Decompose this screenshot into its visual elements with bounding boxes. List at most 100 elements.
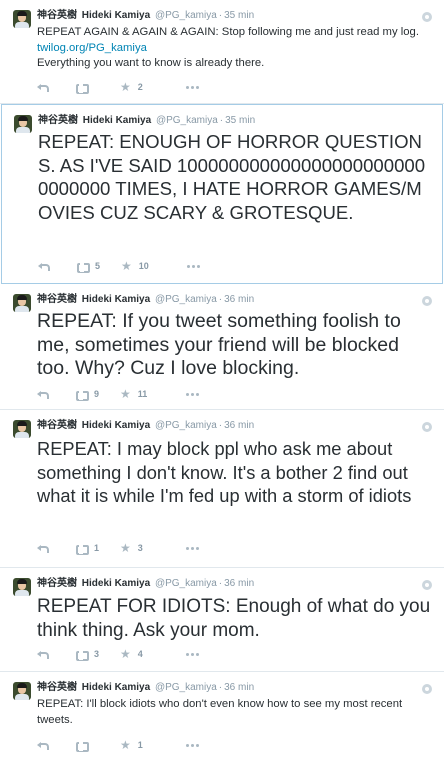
username[interactable]: @PG_kamiya (155, 420, 217, 431)
username[interactable]: @PG_kamiya (155, 294, 217, 305)
reply-button[interactable] (37, 740, 49, 750)
retweet-icon (75, 81, 89, 94)
retweet-count: 9 (94, 389, 100, 399)
display-name-jp[interactable]: 神谷英樹 (37, 294, 77, 305)
tweet-text-part: Everything you want to know is already t… (37, 57, 265, 69)
display-name[interactable]: Hideki Kamiya (82, 294, 150, 305)
tweet-item[interactable]: 神谷英樹 Hideki Kamiya @PG_kamiya · 36 min REP… (0, 672, 444, 762)
retweet-button[interactable]: 9 (75, 388, 100, 401)
tweet-text: REPEAT AGAIN & AGAIN & AGAIN: Stop follo… (37, 25, 434, 72)
tweet-header: 神谷英樹 Hideki Kamiya @PG_kamiya · 36 min (37, 682, 254, 694)
tweet-text: REPEAT: If you tweet something foolish t… (37, 310, 401, 379)
tweet-item[interactable]: 神谷英樹 Hideki Kamiya @PG_kamiya · 36 min REP… (0, 284, 444, 410)
timestamp[interactable]: 35 min (224, 10, 254, 21)
username[interactable]: @PG_kamiya (155, 10, 217, 21)
reply-button[interactable] (37, 389, 49, 399)
reply-button[interactable] (37, 543, 49, 553)
tweet-header: 神谷英樹 Hideki Kamiya @PG_kamiya · 35 min (38, 115, 255, 127)
favorite-button[interactable]: ★ 11 (120, 387, 147, 401)
gear-icon[interactable] (422, 12, 432, 22)
reply-icon (37, 389, 49, 399)
retweet-button[interactable] (75, 739, 94, 752)
tweet-item[interactable]: 神谷英樹 Hideki Kamiya @PG_kamiya · 35 min REP… (0, 0, 444, 104)
tweet-item[interactable]: 神谷英樹 Hideki Kamiya @PG_kamiya · 35 min REP… (1, 104, 443, 284)
more-icon (187, 264, 200, 268)
username[interactable]: @PG_kamiya (155, 578, 217, 589)
display-name[interactable]: Hideki Kamiya (82, 420, 150, 431)
favorite-count: 2 (137, 82, 143, 92)
retweet-count: 5 (95, 261, 101, 271)
username[interactable]: @PG_kamiya (155, 682, 217, 693)
display-name[interactable]: Hideki Kamiya (82, 10, 150, 21)
favorite-icon: ★ (120, 738, 131, 752)
retweet-button[interactable]: 3 (75, 648, 99, 661)
reply-button[interactable] (38, 261, 50, 271)
favorite-button[interactable]: ★ 3 (120, 541, 143, 555)
timestamp[interactable]: 35 min (225, 115, 255, 126)
retweet-button[interactable] (75, 81, 94, 94)
reply-icon (37, 740, 49, 750)
favorite-icon: ★ (120, 647, 131, 661)
display-name[interactable]: Hideki Kamiya (82, 682, 150, 693)
more-button[interactable] (187, 264, 200, 268)
more-icon (186, 652, 199, 656)
tweet-item[interactable]: 神谷英樹 Hideki Kamiya @PG_kamiya · 36 min REP… (0, 410, 444, 568)
avatar[interactable] (13, 10, 31, 28)
display-name[interactable]: Hideki Kamiya (83, 115, 151, 126)
tweet-text: REPEAT: I'll block idiots who don't even… (37, 698, 403, 726)
display-name-jp[interactable]: 神谷英樹 (37, 420, 77, 431)
more-button[interactable] (186, 85, 199, 89)
display-name-jp[interactable]: 神谷英樹 (37, 10, 77, 21)
avatar[interactable] (13, 682, 31, 700)
tweet-text: REPEAT FOR IDIOTS: Enough of what do you… (37, 596, 431, 641)
display-name-jp[interactable]: 神谷英樹 (37, 578, 77, 589)
gear-icon[interactable] (422, 296, 432, 306)
username[interactable]: @PG_kamiya (156, 115, 218, 126)
timestamp[interactable]: 36 min (224, 294, 254, 305)
more-button[interactable] (186, 743, 199, 747)
avatar[interactable] (14, 115, 32, 133)
retweet-icon (75, 388, 89, 401)
favorite-button[interactable]: ★ 1 (120, 738, 143, 752)
tweet-link[interactable]: twilog.org/PG_kamiya (37, 42, 147, 54)
tweet-item[interactable]: 神谷英樹 Hideki Kamiya @PG_kamiya · 36 min REP… (0, 568, 444, 672)
gear-icon[interactable] (422, 684, 432, 694)
more-button[interactable] (186, 652, 199, 656)
separator-dot: · (218, 294, 223, 305)
reply-icon (37, 543, 49, 553)
more-icon (186, 392, 199, 396)
favorite-icon: ★ (120, 387, 131, 401)
display-name-jp[interactable]: 神谷英樹 (38, 115, 78, 126)
timestamp[interactable]: 36 min (224, 578, 254, 589)
tweet-text: REPEAT: ENOUGH OF HORROR QUESTIONS. AS I… (38, 131, 426, 223)
reply-button[interactable] (37, 82, 49, 92)
retweet-count: 1 (94, 543, 100, 553)
favorite-button[interactable]: ★ 2 (120, 81, 143, 93)
tweet-header: 神谷英樹 Hideki Kamiya @PG_kamiya · 36 min (37, 420, 254, 432)
favorite-icon: ★ (120, 541, 131, 555)
separator-dot: · (219, 115, 224, 126)
retweet-button[interactable]: 1 (75, 542, 100, 555)
separator-dot: · (218, 420, 223, 431)
gear-icon[interactable] (422, 580, 432, 590)
retweet-button[interactable]: 5 (76, 260, 101, 273)
display-name[interactable]: Hideki Kamiya (82, 578, 150, 589)
gear-icon[interactable] (422, 422, 432, 432)
tweet-header: 神谷英樹 Hideki Kamiya @PG_kamiya · 35 min (37, 10, 254, 22)
favorite-button[interactable]: ★ 10 (121, 260, 149, 272)
avatar[interactable] (13, 578, 31, 596)
avatar[interactable] (13, 420, 31, 438)
tweet-text-part: REPEAT AGAIN & AGAIN & AGAIN: Stop follo… (37, 26, 419, 38)
more-button[interactable] (186, 392, 199, 396)
more-icon (186, 546, 199, 550)
tweet-text: REPEAT: I may block ppl who ask me about… (37, 438, 412, 506)
more-button[interactable] (186, 546, 199, 550)
avatar[interactable] (13, 294, 31, 312)
timestamp[interactable]: 36 min (224, 420, 254, 431)
display-name-jp[interactable]: 神谷英樹 (37, 682, 77, 693)
favorite-button[interactable]: ★ 4 (120, 647, 143, 661)
reply-button[interactable] (37, 649, 49, 659)
favorite-count: 4 (137, 649, 143, 659)
timestamp[interactable]: 36 min (224, 682, 254, 693)
more-icon (186, 85, 199, 89)
